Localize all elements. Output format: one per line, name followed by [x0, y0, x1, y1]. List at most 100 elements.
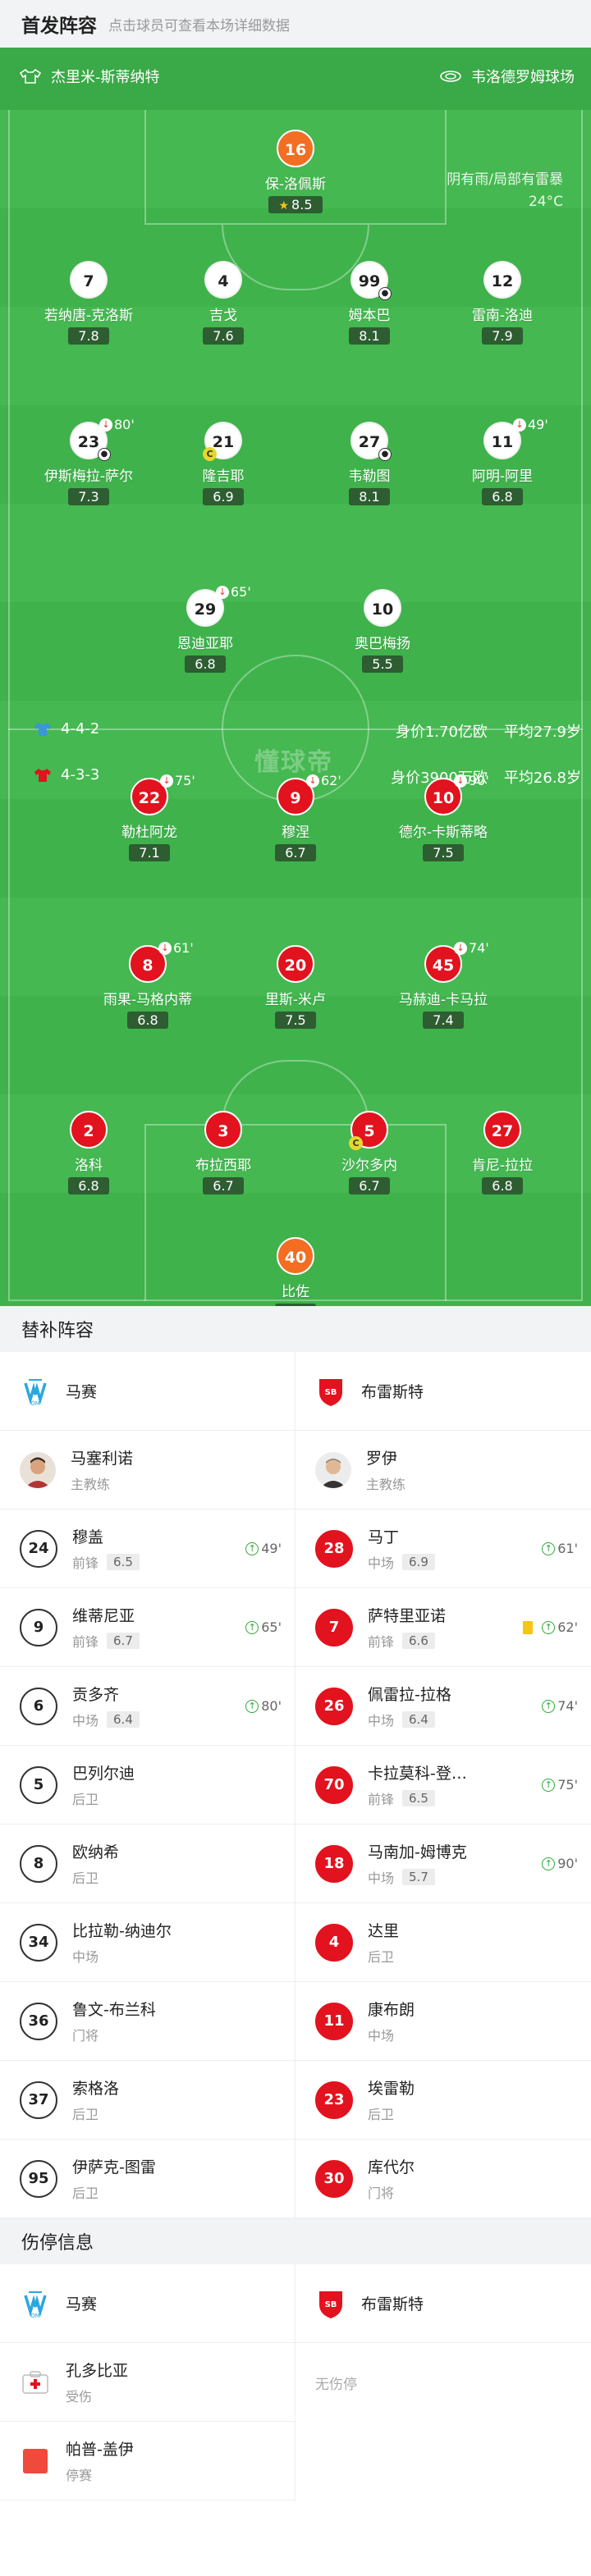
away-player[interactable]: 45 ↓ 74' 马赫迪-卡马拉 7.4	[378, 940, 509, 1029]
sub-name: 萨特里亚诺	[368, 1607, 447, 1625]
away-jersey-icon	[34, 768, 51, 782]
away-sub-row[interactable]: 30 库代尔 门将	[296, 2140, 591, 2218]
player-name: 隆吉耶	[202, 468, 245, 485]
sub-position: 中场	[72, 1949, 99, 1965]
home-subs-col: OM 马赛 马塞利诺 主教练 24 穆盖 前锋 6.5 ↑ 49' 9 维蒂尼亚 前锋 6.7 ↑ 6…	[0, 1352, 296, 2218]
sub-number: 36	[20, 2002, 57, 2040]
sub-position: 中场	[368, 2028, 395, 2044]
sub-out-minute: 49'	[528, 417, 548, 432]
sub-number: 70	[315, 1765, 353, 1804]
no-injury-row: 无伤停	[296, 2343, 591, 2422]
sub-out-minute: 80'	[114, 417, 135, 432]
player-number: 20	[277, 945, 314, 983]
suspension-row[interactable]: 帕普-盖伊 停赛	[0, 2422, 295, 2501]
sub-out-marker: ↓ 65'	[216, 584, 251, 600]
sub-position: 门将	[72, 2028, 99, 2044]
sub-position: 中场	[368, 1555, 395, 1571]
sub-number: 11	[315, 2002, 353, 2040]
sub-position: 后卫	[368, 2107, 395, 2122]
away-player[interactable]: 40 比佐 7.2	[230, 1237, 361, 1306]
sub-out-marker: ↓ 74'	[454, 940, 489, 956]
home-sub-row[interactable]: 6 贡多齐 中场 6.4 ↑ 80'	[0, 1667, 295, 1746]
home-coach-row[interactable]: 马塞利诺 主教练	[0, 1431, 295, 1510]
sub-in-minute: 65'	[261, 1619, 282, 1635]
home-player[interactable]: 21 C 隆吉耶 6.9	[158, 422, 289, 505]
away-player[interactable]: 3 布拉西耶 6.7	[158, 1111, 289, 1194]
away-player[interactable]: 5 C 沙尔多内 6.7	[304, 1111, 435, 1194]
away-sub-row[interactable]: 4 达里 后卫	[296, 1903, 591, 1982]
sub-in-arrow-icon: ↑	[245, 1699, 259, 1713]
home-player[interactable]: 4 吉戈 7.6	[158, 261, 289, 345]
home-player[interactable]: 10 奥巴梅扬 5.5	[317, 589, 448, 673]
player-rating: 6.7	[203, 1177, 244, 1194]
home-sub-row[interactable]: 36 鲁文-布兰科 门将	[0, 1982, 295, 2061]
weather-info: 阴有雨/局部有雷暴 24°C	[447, 169, 563, 213]
away-player[interactable]: 22 ↓ 75' 勒杜阿龙 7.1	[84, 773, 215, 861]
sub-number: 9	[20, 1608, 57, 1647]
away-sub-row[interactable]: 18 马南加-姆博克 中场 5.7 ↑ 90'	[296, 1825, 591, 1903]
home-injury-team: 马赛	[66, 2295, 98, 2313]
away-sub-row[interactable]: 28 马丁 中场 6.9 ↑ 61'	[296, 1510, 591, 1588]
sub-in-arrow-icon: ↑	[245, 1541, 259, 1555]
home-player[interactable]: 11 ↓ 49' 阿明-阿里 6.8	[437, 417, 568, 505]
sub-number: 8	[20, 1844, 57, 1883]
away-player[interactable]: 10 ↓ 90' 德尔-卡斯蒂略 7.5	[378, 773, 509, 861]
sub-number: 24	[20, 1529, 57, 1568]
player-name: 韦勒图	[348, 468, 391, 485]
home-player[interactable]: 29 ↓ 65' 恩迪亚耶 6.8	[140, 584, 271, 673]
home-player[interactable]: 99 ● 姆本巴 8.1	[304, 261, 435, 345]
away-player[interactable]: 2 洛科 6.8	[23, 1111, 154, 1194]
home-sub-row[interactable]: 95 伊萨克-图雷 后卫	[0, 2140, 295, 2218]
player-rating: 7.6	[203, 327, 244, 345]
away-injury-team-row[interactable]: SB 布雷斯特	[296, 2264, 591, 2343]
sub-name: 库代尔	[368, 2158, 415, 2176]
player-rating: 8.1	[349, 488, 390, 505]
home-sub-row[interactable]: 24 穆盖 前锋 6.5 ↑ 49'	[0, 1510, 295, 1588]
home-sub-row[interactable]: 34 比拉勒-纳迪尔 中场	[0, 1903, 295, 1982]
away-player[interactable]: 27 肯尼-拉拉 6.8	[437, 1111, 568, 1194]
subs-title: 替补阵容	[21, 1321, 94, 1341]
home-sub-row[interactable]: 8 欧纳希 后卫	[0, 1825, 295, 1903]
home-injury-team-row[interactable]: OM 马赛	[0, 2264, 295, 2343]
away-sub-row[interactable]: 23 埃雷勒 后卫	[296, 2061, 591, 2140]
away-sub-row[interactable]: 11 康布朗 中场	[296, 1982, 591, 2061]
sub-name: 伊萨克-图雷	[72, 2158, 156, 2176]
home-player[interactable]: 16 保-洛佩斯 ★ 8.5	[230, 130, 361, 213]
player-rating-value: 6.8	[492, 489, 513, 505]
injury-row[interactable]: 孔多比亚 受伤	[0, 2343, 295, 2422]
away-player[interactable]: 8 ↓ 61' 雨果-马格内蒂 6.8	[82, 940, 213, 1029]
player-rating-value: 6.8	[492, 1178, 513, 1194]
sub-rating: 6.9	[402, 1554, 435, 1570]
player-number: 10	[364, 589, 401, 627]
injured-name: 孔多比亚	[66, 2362, 129, 2380]
player-rating: 7.2	[275, 1304, 316, 1306]
sub-name: 达里	[368, 1922, 400, 1940]
home-player[interactable]: 27 ● 韦勒图 8.1	[304, 422, 435, 505]
sub-name: 佩雷拉-拉格	[368, 1686, 451, 1704]
player-name: 布拉西耶	[195, 1158, 251, 1174]
home-team-row[interactable]: OM 马赛	[0, 1352, 295, 1431]
sub-in-marker: ↑ 90'	[542, 1856, 578, 1871]
player-rating-value: 7.6	[213, 328, 234, 344]
away-player[interactable]: 9 ↓ 62' 穆涅 6.7	[230, 773, 361, 861]
away-team-row[interactable]: SB 布雷斯特	[296, 1352, 591, 1431]
away-player[interactable]: 20 里斯-米卢 7.5	[230, 945, 361, 1029]
home-player[interactable]: 7 若纳唐-克洛斯 7.8	[23, 261, 154, 345]
home-jersey-icon	[34, 722, 51, 736]
home-player[interactable]: 23 ↓ 80' ● 伊斯梅拉-萨尔 7.3	[23, 417, 154, 505]
away-sub-row[interactable]: 70 卡拉莫科-登… 前锋 6.5 ↑ 75'	[296, 1746, 591, 1825]
home-sub-row[interactable]: 37 索格洛 后卫	[0, 2061, 295, 2140]
coach-avatar	[315, 1451, 351, 1488]
away-sub-row[interactable]: 7 萨特里亚诺 前锋 6.6 ↑ 62'	[296, 1588, 591, 1667]
home-sub-row[interactable]: 9 维蒂尼亚 前锋 6.7 ↑ 65'	[0, 1588, 295, 1667]
sub-position: 中场	[368, 1713, 395, 1729]
player-number: 40	[277, 1237, 314, 1275]
away-sub-row[interactable]: 26 佩雷拉-拉格 中场 6.4 ↑ 74'	[296, 1667, 591, 1746]
marseille-logo: OM	[20, 1376, 51, 1407]
player-number: 27	[483, 1111, 521, 1149]
home-player[interactable]: 12 雷南-洛迪 7.9	[437, 261, 568, 345]
player-name: 沙尔多内	[341, 1158, 397, 1174]
away-coach-row[interactable]: 罗伊 主教练	[296, 1431, 591, 1510]
home-sub-row[interactable]: 5 巴列尔迪 后卫	[0, 1746, 295, 1825]
sub-number: 26	[315, 1687, 353, 1725]
